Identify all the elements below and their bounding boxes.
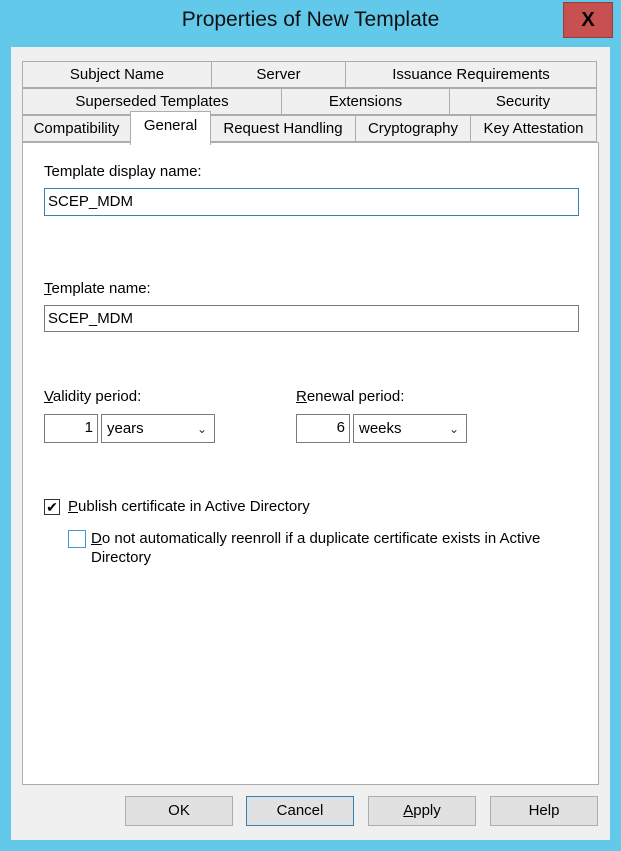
tab-compatibility[interactable]: Compatibility xyxy=(22,115,131,142)
publish-label-text: ublish certificate in Active Directory xyxy=(78,498,310,515)
renewal-label-text: enewal period: xyxy=(306,388,405,405)
no-reenroll-label-line2: Directory xyxy=(91,549,152,566)
tab-panel-general xyxy=(22,142,599,785)
template-name-accesskey: T xyxy=(44,280,52,297)
display-name-label: Template display name: xyxy=(44,163,202,180)
tab-cryptography[interactable]: Cryptography xyxy=(355,115,471,142)
publish-accesskey: P xyxy=(68,498,79,515)
close-button[interactable]: X xyxy=(563,2,613,38)
window-title: Properties of New Template xyxy=(181,8,440,31)
apply-label: pply xyxy=(413,802,441,819)
validity-unit-value: years xyxy=(107,420,144,437)
validity-period-label: Validity period: xyxy=(44,388,141,405)
tab-extensions[interactable]: Extensions xyxy=(281,88,450,115)
no-reenroll-accesskey: D xyxy=(91,530,102,547)
no-reenroll-label-line1: o not automatically reenroll if a duplic… xyxy=(101,530,541,547)
renewal-unit-value: weeks xyxy=(359,420,402,437)
template-name-label: Template name: xyxy=(44,280,151,297)
cancel-button[interactable]: Cancel xyxy=(246,796,354,826)
renewal-period-input[interactable]: 6 xyxy=(296,414,350,443)
renewal-unit-select[interactable]: weeks ⌄ xyxy=(353,414,467,443)
no-reenroll-checkbox[interactable] xyxy=(68,530,86,548)
tab-request-handling[interactable]: Request Handling xyxy=(210,115,356,142)
help-button[interactable]: Help xyxy=(490,796,598,826)
tab-key-attestation[interactable]: Key Attestation xyxy=(470,115,597,142)
tab-security[interactable]: Security xyxy=(449,88,597,115)
validity-accesskey: V xyxy=(44,388,53,405)
chevron-down-icon: ⌄ xyxy=(196,422,207,436)
template-name-label-text: emplate name: xyxy=(51,280,151,297)
tab-issuance-requirements[interactable]: Issuance Requirements xyxy=(345,61,597,88)
renewal-accesskey: R xyxy=(296,388,307,405)
display-name-input[interactable]: SCEP_MDM xyxy=(44,188,579,216)
tab-server[interactable]: Server xyxy=(211,61,346,88)
template-name-input[interactable]: SCEP_MDM xyxy=(44,305,579,332)
tab-subject-name[interactable]: Subject Name xyxy=(22,61,212,88)
chevron-down-icon: ⌄ xyxy=(448,422,459,436)
validity-unit-select[interactable]: years ⌄ xyxy=(101,414,215,443)
publish-checkbox[interactable]: ✔ xyxy=(44,499,60,515)
validity-label-text: alidity period: xyxy=(52,388,142,405)
publish-label[interactable]: Publish certificate in Active Directory xyxy=(68,498,310,515)
apply-accesskey: A xyxy=(403,802,414,819)
validity-period-input[interactable]: 1 xyxy=(44,414,98,443)
tab-general[interactable]: General xyxy=(130,111,211,145)
apply-button[interactable]: Apply xyxy=(368,796,476,826)
renewal-period-label: Renewal period: xyxy=(296,388,404,405)
ok-button[interactable]: OK xyxy=(125,796,233,826)
no-reenroll-label[interactable]: Do not automatically reenroll if a dupli… xyxy=(91,529,540,567)
